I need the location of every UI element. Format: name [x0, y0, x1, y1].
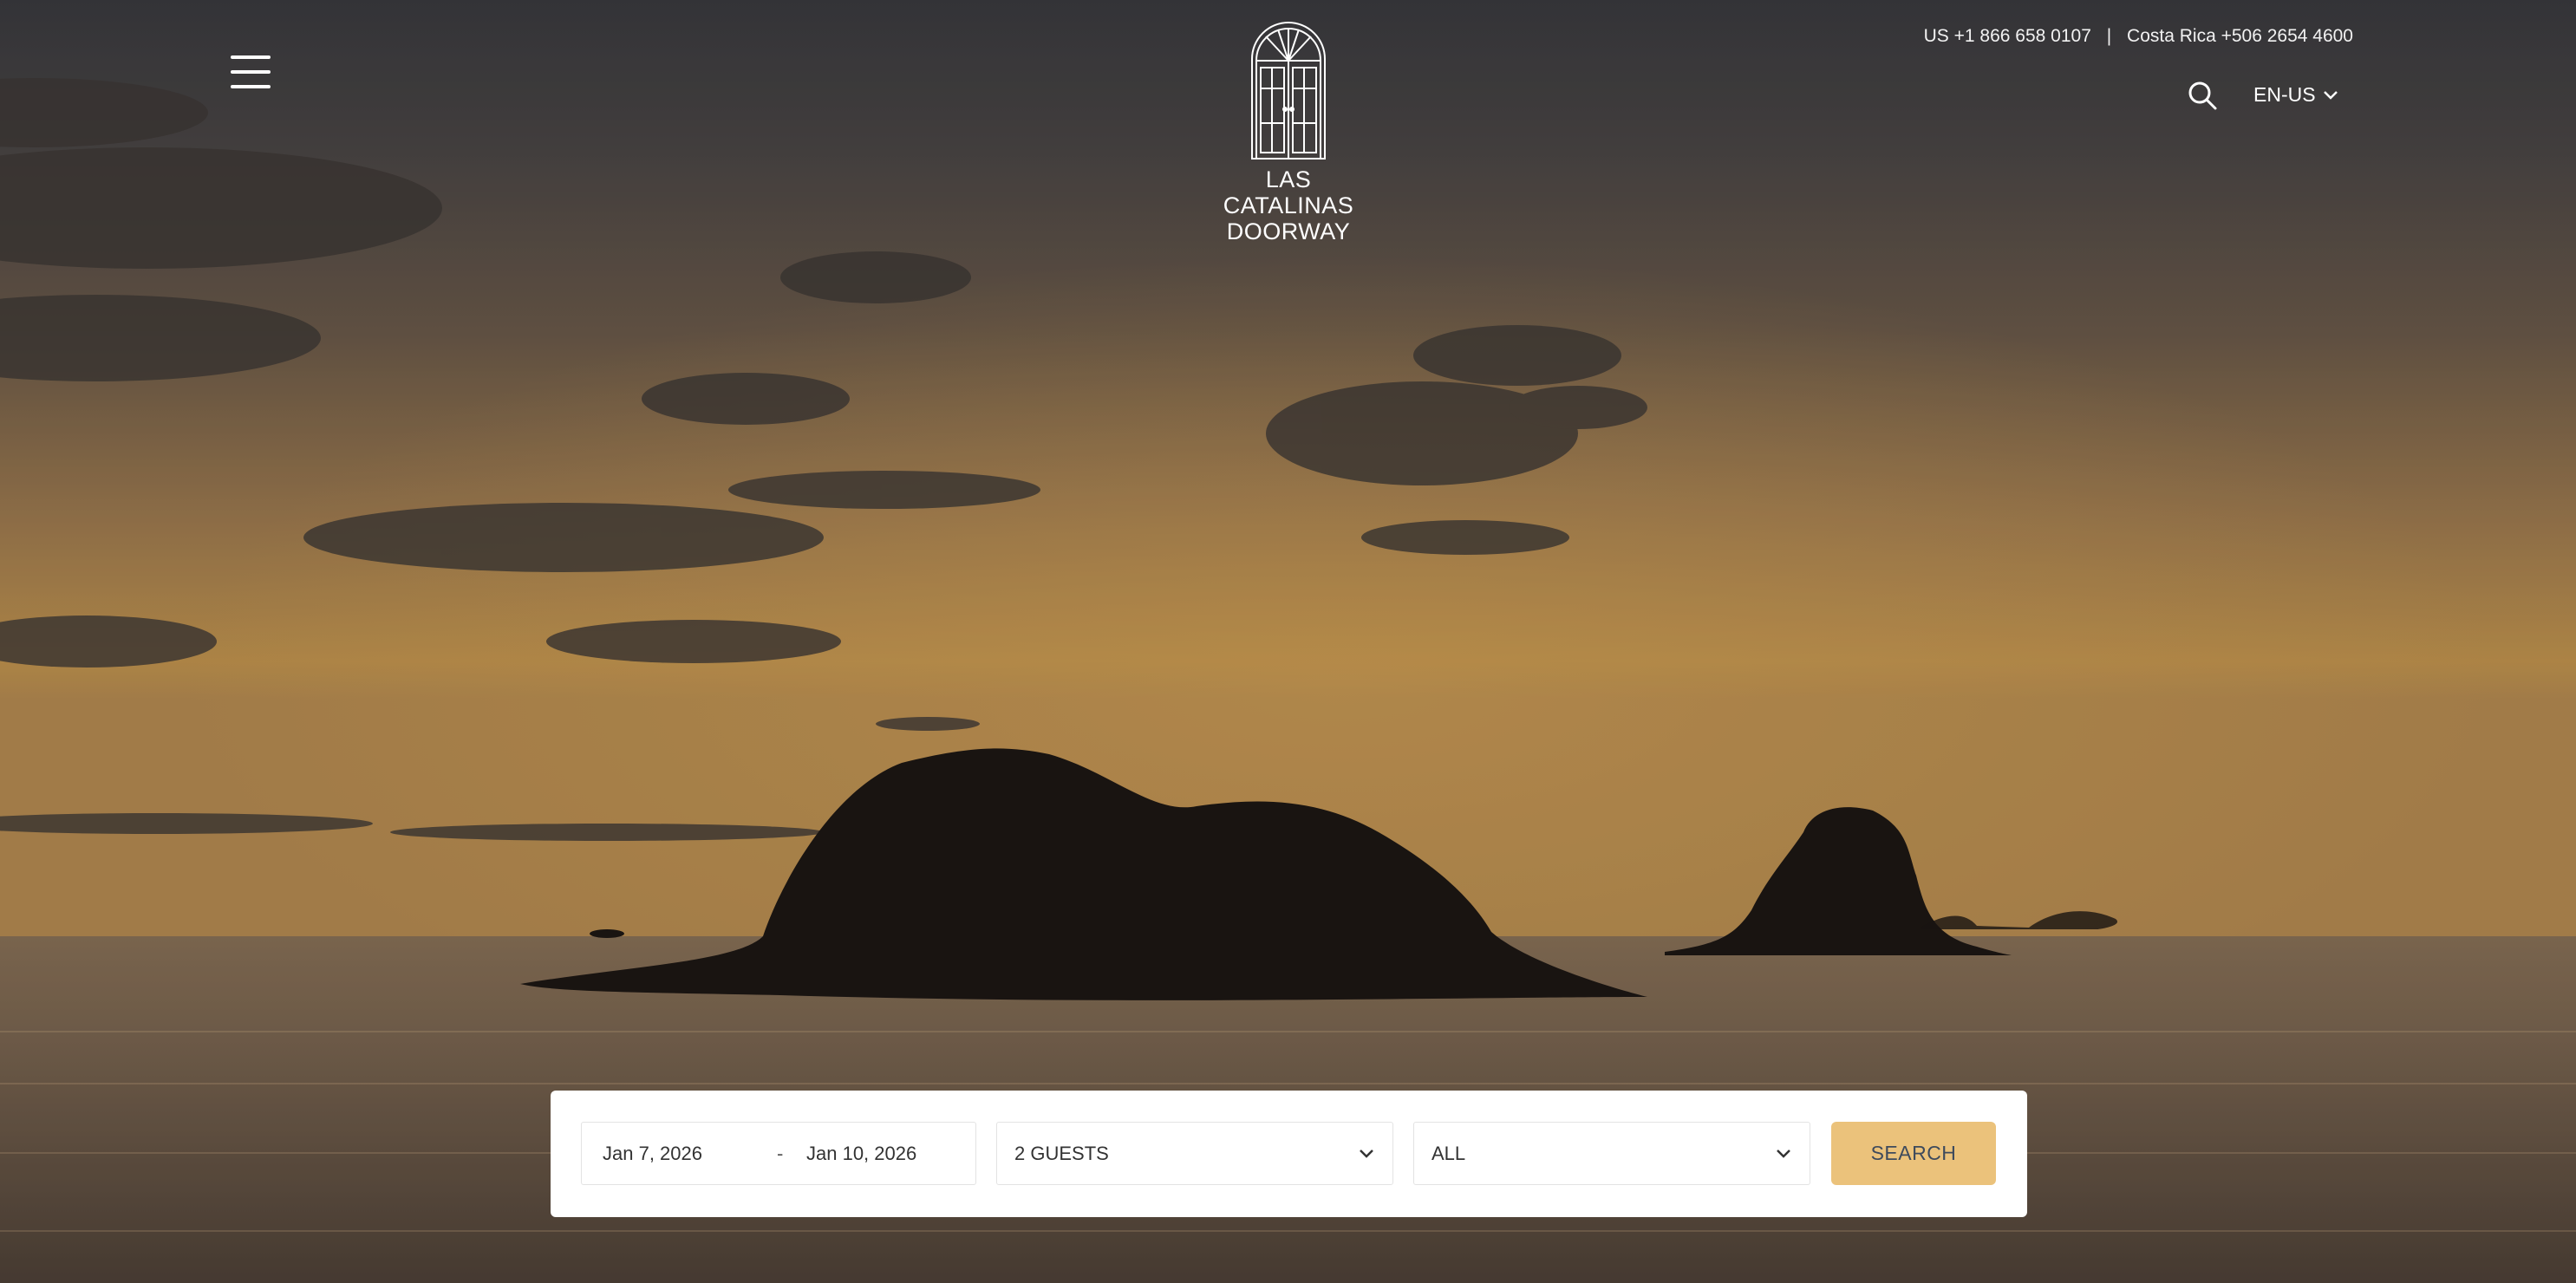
- check-in-date[interactable]: Jan 7, 2026: [603, 1143, 702, 1165]
- category-select[interactable]: ALL: [1413, 1122, 1810, 1185]
- guests-value: 2 GUESTS: [1014, 1143, 1109, 1164]
- date-separator: -: [777, 1143, 784, 1164]
- brand-line-1: LAS CATALINAS: [1223, 166, 1354, 218]
- brand-name: LAS CATALINAS DOORWAY: [1202, 166, 1375, 244]
- search-button[interactable]: SEARCH: [1831, 1122, 1996, 1185]
- category-value: ALL: [1431, 1143, 1466, 1164]
- phone-separator: |: [2106, 26, 2112, 46]
- language-label: EN-US: [2253, 83, 2316, 106]
- check-out-date[interactable]: Jan 10, 2026: [806, 1143, 916, 1165]
- guests-select[interactable]: 2 GUESTS: [996, 1122, 1393, 1185]
- site-logo[interactable]: LAS CATALINAS DOORWAY: [1202, 19, 1375, 244]
- chevron-down-icon: [1360, 1149, 1373, 1158]
- search-icon[interactable]: [2187, 80, 2218, 111]
- booking-widget: Jan 7, 2026 - Jan 10, 2026 2 GUESTS ALL …: [551, 1091, 2027, 1217]
- contact-phones: US +1 866 658 0107 | Costa Rica +506 265…: [1924, 26, 2353, 47]
- chevron-down-icon: [2323, 90, 2338, 100]
- phone-us-link[interactable]: US +1 866 658 0107: [1924, 26, 2091, 46]
- phone-costa-rica-link[interactable]: Costa Rica +506 2654 4600: [2127, 26, 2353, 46]
- arched-doorway-icon: [1251, 22, 1326, 160]
- language-selector[interactable]: EN-US: [2253, 83, 2338, 107]
- chevron-down-icon: [1777, 1149, 1790, 1158]
- date-range-picker[interactable]: Jan 7, 2026 - Jan 10, 2026: [581, 1122, 976, 1185]
- brand-line-2: DOORWAY: [1226, 218, 1351, 244]
- hamburger-menu-icon[interactable]: [231, 55, 271, 88]
